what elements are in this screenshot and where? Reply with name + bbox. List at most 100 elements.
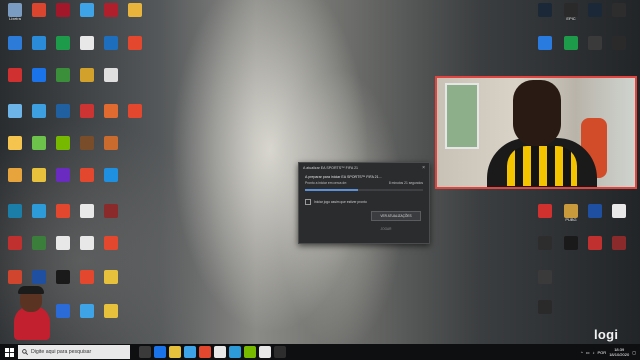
left-desktop-icon[interactable] bbox=[52, 36, 74, 62]
eta-label: Pronto a iniciar em cerca de: bbox=[305, 181, 347, 185]
taskbar-app-icon[interactable] bbox=[139, 346, 151, 358]
windows-start-button[interactable] bbox=[0, 344, 18, 360]
right-desktop-icon[interactable] bbox=[534, 300, 556, 326]
left-desktop-icon[interactable] bbox=[76, 36, 98, 62]
tray-network-icon[interactable]: ▭ bbox=[586, 350, 590, 355]
taskbar-app-icon[interactable] bbox=[169, 346, 181, 358]
left-desktop-icon[interactable] bbox=[52, 68, 74, 94]
right-desktop-icon[interactable] bbox=[584, 36, 606, 62]
left-desktop-icon[interactable] bbox=[76, 104, 98, 130]
app-icon bbox=[56, 204, 70, 218]
right-desktop-icon[interactable] bbox=[608, 36, 630, 62]
left-desktop-icon[interactable] bbox=[100, 168, 122, 194]
taskbar-app-icon[interactable] bbox=[259, 346, 271, 358]
taskbar-app-icon[interactable] bbox=[154, 346, 166, 358]
taskbar-app-icon[interactable] bbox=[199, 346, 211, 358]
left-desktop-icon[interactable] bbox=[28, 104, 50, 130]
left-desktop-icon[interactable] bbox=[4, 236, 26, 262]
left-desktop-icon[interactable] bbox=[124, 36, 146, 62]
left-desktop-icon[interactable] bbox=[52, 136, 74, 162]
tray-chevron-up-icon[interactable]: ^ bbox=[581, 350, 583, 355]
logi-logo: logi bbox=[594, 327, 619, 342]
left-desktop-icon[interactable] bbox=[4, 204, 26, 230]
left-desktop-icon[interactable] bbox=[28, 3, 50, 29]
app-icon bbox=[8, 104, 22, 118]
left-desktop-icon[interactable] bbox=[4, 168, 26, 194]
right-desktop-icon[interactable] bbox=[534, 36, 556, 62]
left-desktop-icon[interactable] bbox=[52, 270, 74, 296]
left-desktop-icon[interactable] bbox=[124, 3, 146, 29]
taskbar-app-icon[interactable] bbox=[274, 346, 286, 358]
auto-launch-checkbox[interactable]: Iniciar jogo assim que estiver pronto bbox=[299, 193, 429, 205]
left-desktop-icon[interactable] bbox=[28, 36, 50, 62]
right-desktop-icon[interactable] bbox=[534, 204, 556, 230]
right-desktop-icon[interactable] bbox=[584, 3, 606, 29]
right-desktop-icon[interactable] bbox=[560, 36, 582, 62]
left-desktop-icon[interactable] bbox=[100, 104, 122, 130]
app-icon bbox=[588, 36, 602, 50]
right-desktop-icon[interactable] bbox=[584, 236, 606, 262]
left-desktop-icon[interactable] bbox=[100, 3, 122, 29]
right-desktop-icon[interactable] bbox=[534, 236, 556, 262]
left-desktop-icon[interactable] bbox=[52, 104, 74, 130]
left-desktop-icon[interactable] bbox=[100, 136, 122, 162]
left-desktop-icon[interactable] bbox=[4, 68, 26, 94]
left-desktop-icon[interactable] bbox=[28, 168, 50, 194]
left-desktop-icon[interactable] bbox=[124, 104, 146, 130]
left-desktop-icon[interactable] bbox=[4, 104, 26, 130]
left-desktop-icon[interactable] bbox=[28, 204, 50, 230]
app-icon bbox=[104, 36, 118, 50]
left-desktop-icon[interactable] bbox=[76, 204, 98, 230]
app-icon bbox=[588, 3, 602, 17]
left-desktop-icon[interactable] bbox=[28, 236, 50, 262]
left-desktop-icon[interactable] bbox=[100, 68, 122, 94]
left-desktop-icon[interactable] bbox=[52, 3, 74, 29]
left-desktop-icon[interactable] bbox=[100, 204, 122, 230]
left-desktop-icon[interactable] bbox=[28, 68, 50, 94]
right-desktop-icon[interactable] bbox=[608, 3, 630, 29]
app-icon bbox=[564, 204, 578, 218]
left-desktop-icon[interactable] bbox=[52, 236, 74, 262]
right-desktop-icon[interactable]: PUBG bbox=[560, 204, 582, 230]
left-desktop-icon[interactable] bbox=[76, 3, 98, 29]
left-desktop-icon[interactable] bbox=[52, 204, 74, 230]
taskbar-app-icon[interactable] bbox=[244, 346, 256, 358]
taskbar-app-icon[interactable] bbox=[214, 346, 226, 358]
play-button[interactable]: JOGAR bbox=[371, 225, 401, 233]
tray-volume-icon[interactable]: ♪ bbox=[593, 350, 595, 355]
right-desktop-icon[interactable] bbox=[534, 270, 556, 296]
app-icon bbox=[8, 236, 22, 250]
left-desktop-icon[interactable] bbox=[52, 168, 74, 194]
right-desktop-icon[interactable] bbox=[534, 3, 556, 29]
right-desktop-icon[interactable] bbox=[608, 236, 630, 262]
taskbar-app-icon[interactable] bbox=[229, 346, 241, 358]
left-desktop-icon[interactable] bbox=[100, 270, 122, 296]
left-desktop-icon[interactable] bbox=[4, 36, 26, 62]
left-desktop-icon[interactable]: Lixeira bbox=[4, 3, 26, 29]
taskbar-app-icon[interactable] bbox=[184, 346, 196, 358]
taskbar-clock[interactable]: 18:39 18/10/2020 bbox=[609, 347, 629, 357]
left-desktop-icon[interactable] bbox=[100, 36, 122, 62]
close-icon[interactable]: × bbox=[422, 165, 425, 171]
left-desktop-icon[interactable] bbox=[76, 68, 98, 94]
left-desktop-icon[interactable] bbox=[100, 236, 122, 262]
checkbox-box[interactable] bbox=[305, 199, 311, 205]
left-desktop-icon[interactable] bbox=[28, 136, 50, 162]
notifications-icon[interactable]: ▢ bbox=[632, 350, 636, 355]
right-desktop-icon[interactable] bbox=[608, 204, 630, 230]
left-desktop-icon[interactable] bbox=[76, 136, 98, 162]
language-indicator[interactable]: POR bbox=[598, 350, 607, 355]
left-desktop-icon[interactable] bbox=[76, 236, 98, 262]
left-desktop-icon[interactable] bbox=[76, 270, 98, 296]
left-desktop-icon[interactable] bbox=[76, 304, 98, 330]
left-desktop-icon[interactable] bbox=[4, 136, 26, 162]
view-updates-button[interactable]: VER ATUALIZAÇÕES bbox=[371, 211, 421, 221]
taskbar-search-box[interactable]: Digite aqui para pesquisar bbox=[18, 345, 130, 359]
app-icon bbox=[8, 3, 22, 17]
left-desktop-icon[interactable] bbox=[100, 304, 122, 330]
right-desktop-icon[interactable] bbox=[560, 236, 582, 262]
left-desktop-icon[interactable] bbox=[76, 168, 98, 194]
left-desktop-icon[interactable] bbox=[52, 304, 74, 330]
right-desktop-icon[interactable]: EPIC bbox=[560, 3, 582, 29]
right-desktop-icon[interactable] bbox=[584, 204, 606, 230]
